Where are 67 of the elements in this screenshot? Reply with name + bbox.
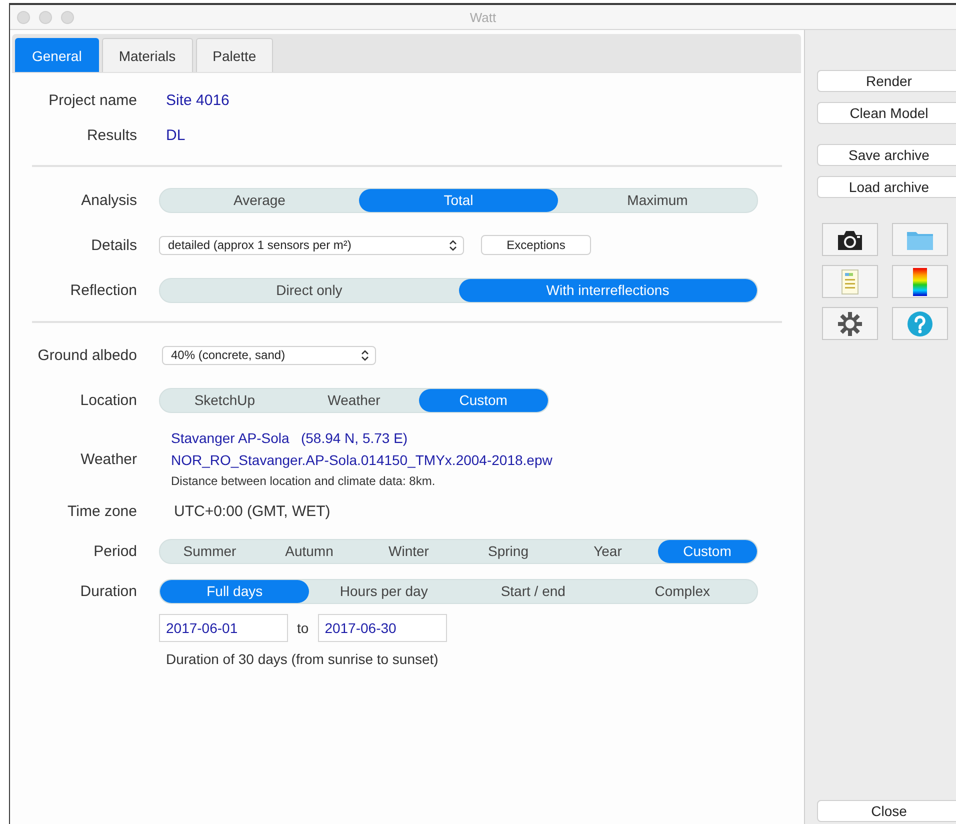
duration-note: Duration of 30 days (from sunrise to sunset) bbox=[165, 650, 440, 666]
field-label: Weather bbox=[80, 450, 137, 468]
action-button[interactable]: Clean Model bbox=[817, 102, 956, 124]
field-label: Location bbox=[79, 392, 137, 408]
camera-button[interactable] bbox=[822, 223, 878, 256]
chevron-icon bbox=[361, 350, 369, 360]
segment-option[interactable]: Weather bbox=[289, 388, 419, 412]
camera-icon bbox=[836, 228, 864, 250]
segment-option[interactable]: Hours per day bbox=[309, 580, 458, 602]
window-zoom-control[interactable] bbox=[61, 10, 74, 24]
end-date-field[interactable]: 2017-06-30 bbox=[318, 614, 447, 642]
field-value: Site 4016 bbox=[165, 92, 230, 109]
action-button[interactable]: Render bbox=[817, 70, 956, 92]
station-text: Stavanger AP-Sola (58.94 N, 5.73 E) bbox=[171, 430, 409, 446]
color-scale-icon bbox=[913, 268, 927, 296]
report-button[interactable] bbox=[822, 265, 878, 298]
dropdown[interactable]: detailed (approx 1 sensors per m²) bbox=[159, 236, 464, 254]
range-separator: to bbox=[297, 620, 309, 636]
field-label: Period bbox=[92, 542, 137, 560]
segment-option[interactable]: Full days bbox=[160, 580, 310, 602]
segment-option[interactable]: With interreflections bbox=[458, 278, 757, 302]
help-icon bbox=[907, 310, 933, 336]
segment-option[interactable]: Spring bbox=[458, 540, 558, 562]
help-button[interactable] bbox=[892, 307, 948, 340]
segment-option[interactable]: Year bbox=[558, 540, 658, 562]
field-label: Results bbox=[86, 127, 137, 144]
segment-option[interactable]: Start / end bbox=[458, 580, 608, 602]
distance-note: Distance between location and climate data: 8km. bbox=[171, 474, 436, 488]
field-label: Duration bbox=[79, 582, 137, 600]
window-minimize-control[interactable] bbox=[39, 10, 52, 24]
field-value: UTC+0:00 (GMT, WET) bbox=[173, 503, 330, 520]
document-icon bbox=[841, 268, 859, 294]
segment-option[interactable]: Total bbox=[359, 188, 558, 212]
tab[interactable]: General bbox=[15, 38, 99, 72]
segment-option[interactable]: SketchUp bbox=[160, 388, 290, 412]
exceptions-button[interactable]: Exceptions bbox=[481, 235, 591, 255]
field-label: Time zone bbox=[66, 503, 137, 520]
segment-option[interactable]: Summer bbox=[160, 540, 260, 562]
action-button[interactable]: Load archive bbox=[817, 176, 956, 198]
field-label: Project name bbox=[48, 92, 137, 109]
settings-button[interactable] bbox=[822, 307, 878, 340]
field-label: Ground albedo bbox=[36, 346, 137, 364]
field-label: Analysis bbox=[80, 192, 137, 208]
settings-icon bbox=[838, 312, 862, 336]
window-title: Watt bbox=[470, 10, 496, 24]
tab[interactable]: Materials bbox=[102, 38, 193, 72]
segment-option[interactable]: Autumn bbox=[260, 540, 359, 562]
close-button[interactable]: Close bbox=[817, 800, 956, 822]
segment-option[interactable]: Direct only bbox=[160, 278, 458, 302]
field-value: DL bbox=[165, 127, 186, 144]
dropdown[interactable]: 40% (concrete, sand) bbox=[162, 346, 376, 364]
start-date-field[interactable]: 2017-06-01 bbox=[159, 614, 288, 642]
action-button[interactable]: Save archive bbox=[817, 144, 956, 166]
tab[interactable]: Palette bbox=[196, 38, 274, 72]
segment-option[interactable]: Custom bbox=[658, 540, 757, 562]
window-close-control[interactable] bbox=[17, 10, 30, 24]
chevron-icon bbox=[449, 240, 457, 250]
field-label: Reflection bbox=[69, 282, 137, 298]
segment-option[interactable]: Custom bbox=[418, 388, 548, 412]
segment-option[interactable]: Average bbox=[160, 188, 359, 212]
segment-option[interactable]: Complex bbox=[608, 580, 757, 602]
segment-option[interactable]: Winter bbox=[359, 540, 458, 562]
weather-file-text: NOR_RO_Stavanger.AP-Sola.014150_TMYx.2004-2018.epw bbox=[171, 452, 554, 468]
field-label: Details bbox=[90, 236, 137, 254]
segment-option[interactable]: Maximum bbox=[558, 188, 757, 212]
folder-button[interactable] bbox=[892, 223, 948, 256]
color-scale-button[interactable] bbox=[892, 265, 948, 298]
